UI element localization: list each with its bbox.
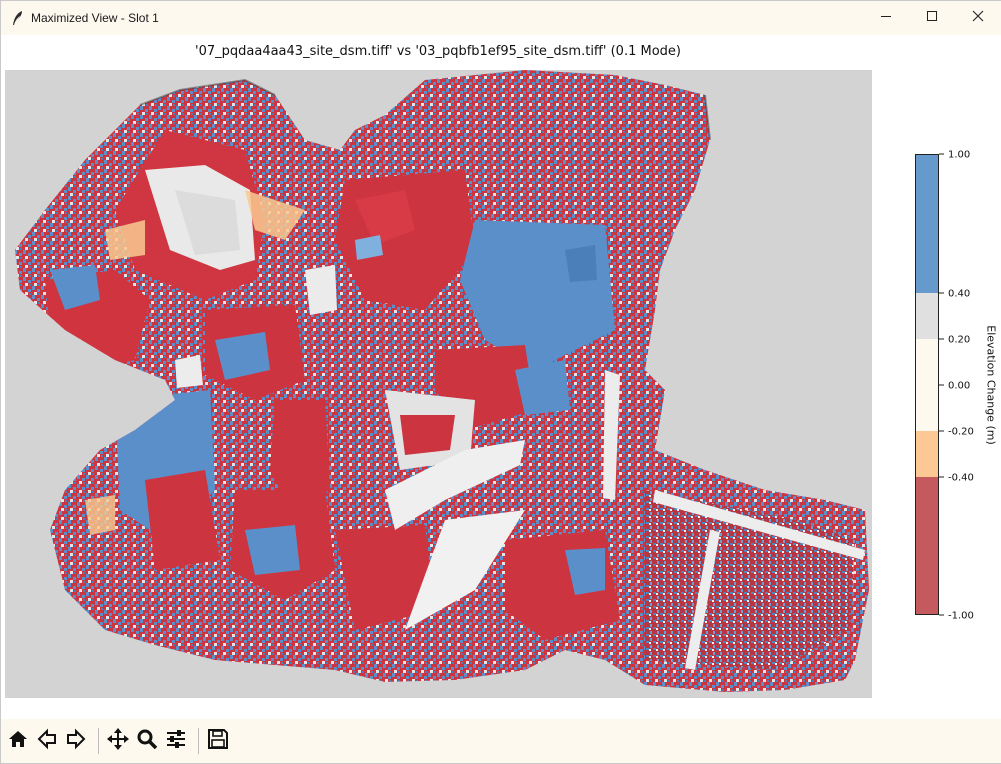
- configure-subplots-icon: [165, 728, 187, 755]
- close-icon: [972, 9, 984, 27]
- colorbar-tick-label: 0.40: [948, 289, 970, 300]
- back-button[interactable]: [34, 728, 60, 754]
- figure-canvas[interactable]: '07_pqdaa4aa43_site_dsm.tiff' vs '03_pqb…: [1, 35, 1001, 719]
- colorbar-bin: [915, 339, 939, 431]
- colorbar-frame: [915, 154, 939, 615]
- save-icon: [207, 728, 229, 755]
- colorbar-tick-label: 0.20: [948, 335, 970, 346]
- home-button[interactable]: [5, 728, 31, 754]
- title-bar: Maximized View - Slot 1: [1, 1, 1001, 35]
- minimize-icon: [880, 9, 892, 27]
- window-controls: [863, 1, 1001, 35]
- plot-title: '07_pqdaa4aa43_site_dsm.tiff' vs '03_pqb…: [195, 44, 681, 59]
- pan-icon: [106, 727, 130, 756]
- elevation-map-image: [15, 70, 869, 692]
- zoom-button[interactable]: [134, 728, 160, 754]
- back-icon: [36, 728, 58, 755]
- colorbar-bin: [915, 431, 939, 477]
- maximize-icon: [926, 9, 938, 27]
- colorbar-bin: [915, 477, 939, 615]
- forward-button[interactable]: [63, 728, 89, 754]
- app-window: Maximized View - Slot 1 '07_pqdaa4aa43_s…: [0, 0, 1001, 764]
- forward-icon: [65, 728, 87, 755]
- pan-button[interactable]: [105, 727, 131, 756]
- colorbar-bin: [915, 154, 939, 293]
- close-button[interactable]: [955, 1, 1001, 35]
- home-icon: [7, 728, 29, 755]
- colorbar-tick-label: -1.00: [948, 611, 974, 622]
- colorbar-label: Elevation Change (m): [984, 325, 998, 445]
- navigation-toolbar: [1, 719, 1001, 763]
- save-button[interactable]: [205, 728, 231, 754]
- colorbar-tick-label: 1.00: [948, 150, 970, 161]
- colorbar-bin: [915, 293, 939, 339]
- minimize-button[interactable]: [863, 1, 909, 35]
- toolbar-separator: [198, 728, 199, 754]
- feather-icon: [9, 9, 27, 27]
- colorbar: 1.00 0.40 0.20 0.00 -0.20 -0.40 -1.00: [915, 150, 974, 622]
- window-title: Maximized View - Slot 1: [31, 11, 159, 25]
- elevation-change-map[interactable]: [5, 70, 872, 698]
- maximize-button[interactable]: [909, 1, 955, 35]
- colorbar-tick-label: -0.20: [948, 427, 974, 438]
- toolbar-separator: [98, 728, 99, 754]
- colorbar-tick-label: 0.00: [948, 381, 970, 392]
- zoom-icon: [136, 728, 158, 755]
- configure-subplots-button[interactable]: [163, 728, 189, 754]
- colorbar-tick-label: -0.40: [948, 473, 974, 484]
